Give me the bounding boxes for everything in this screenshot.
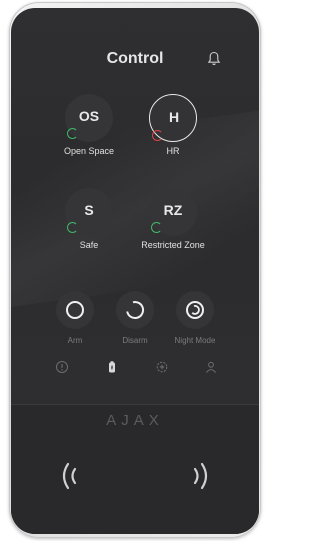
brand-logo: AJAX (106, 412, 164, 429)
disarm-label: Disarm (122, 336, 148, 345)
medical-gear-icon[interactable] (155, 360, 169, 374)
screen-reflection (11, 105, 259, 311)
zone-abbr: OS (78, 108, 100, 124)
arm-button[interactable] (56, 291, 94, 329)
zone-abbr: H (168, 109, 180, 125)
zone-label: Safe (79, 240, 99, 250)
night-mode-button[interactable] (176, 291, 214, 329)
nfc-right-icon (193, 462, 208, 490)
zone-abbr: S (84, 202, 94, 218)
arm-ring-icon (66, 301, 84, 319)
zone-status-icon (152, 130, 163, 141)
bell-icon[interactable] (207, 51, 221, 67)
zone-label: Restricted Zone (141, 240, 205, 250)
zone-label: HR (166, 146, 180, 156)
disarm-button[interactable] (116, 291, 154, 329)
keypad-screen: Control OS Open Space H HR S Safe RZ Res… (11, 8, 259, 534)
arm-label: Arm (67, 336, 83, 345)
zone-label: Open Space (63, 146, 115, 156)
zone-status-icon (67, 222, 78, 233)
page-title: Control (106, 50, 164, 67)
nfc-left-icon (62, 462, 77, 490)
night-mode-label: Night Mode (174, 336, 216, 345)
user-icon[interactable] (204, 360, 218, 374)
zone-abbr: RZ (163, 202, 183, 218)
zone-status-icon (151, 222, 162, 233)
alarm-exclamation-icon[interactable] (55, 360, 69, 374)
battery-flame-icon[interactable] (105, 360, 119, 374)
divider (11, 404, 259, 405)
zone-status-icon (67, 128, 78, 139)
night-mode-icon (186, 301, 204, 319)
disarm-open-ring-icon (126, 301, 144, 320)
